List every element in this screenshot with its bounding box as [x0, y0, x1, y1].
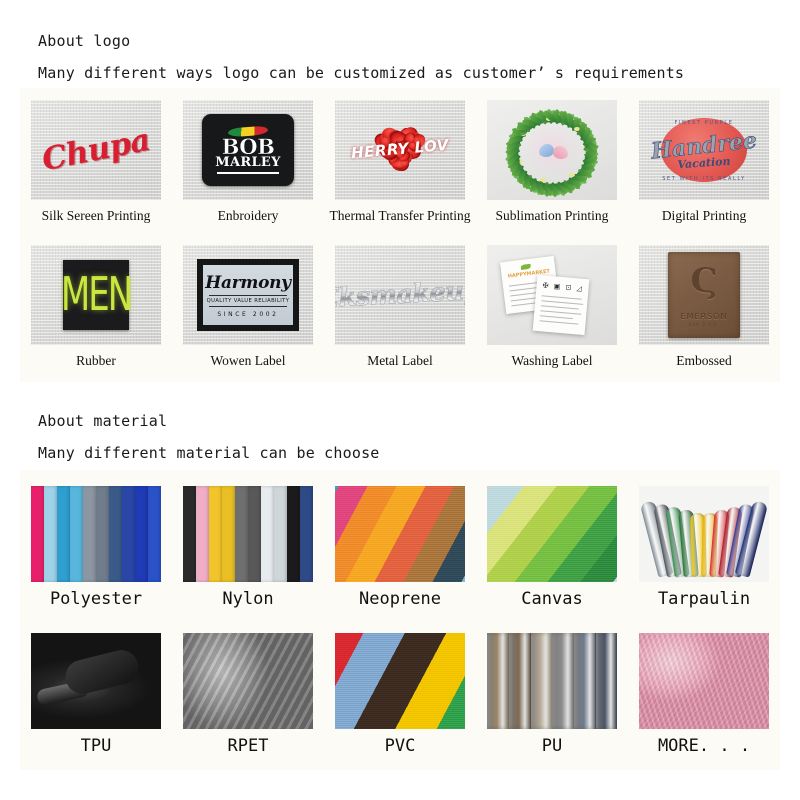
- material-panel: Polyester Nylon Neoprene Canvas Tarpauli…: [20, 470, 780, 770]
- swatch-digital-printing: FINEST PURPLE Handree Vacation SET WITH …: [639, 100, 769, 200]
- bob-text: BOB: [222, 137, 275, 156]
- care-symbols: ✠ ▣ ⊡ ◿: [542, 281, 583, 293]
- swatch-metal-label: Eksmakeup: [335, 245, 465, 345]
- logo-item-silk-screen[interactable]: Chupa Silk Sereen Printing: [20, 100, 172, 224]
- neon-men-patch: MEN: [63, 260, 129, 330]
- logo-caption: Embossed: [676, 353, 732, 369]
- badge-arc-bottom-text: SET WITH ITS REALLY: [662, 176, 746, 182]
- logo-section-subheading: Many different ways logo can be customiz…: [38, 64, 684, 82]
- material-caption: Canvas: [521, 589, 582, 609]
- pu-suede-rolls: [487, 633, 617, 729]
- swatch-woven-label: Harmony QUALITY VALUE RELIABILITY SINCE …: [183, 245, 313, 345]
- material-item-pu[interactable]: PU: [476, 633, 628, 756]
- swatch-embossed: Ϛ EMERSON ESP 2 CO.: [639, 245, 769, 345]
- tarpaulin-rolls: [639, 486, 769, 582]
- material-caption: Polyester: [50, 589, 142, 609]
- emerson-mark-icon: Ϛ: [690, 261, 717, 301]
- logo-item-embroidery[interactable]: BOB MARLEY Enbroidery: [172, 100, 324, 224]
- material-row-1: Polyester Nylon Neoprene Canvas Tarpauli…: [20, 486, 780, 609]
- logo-caption: Digital Printing: [662, 208, 746, 224]
- care-label-tag-back: ✠ ▣ ⊡ ◿: [533, 275, 590, 335]
- logo-caption: Enbroidery: [218, 208, 279, 224]
- logo-row-2: MEN Rubber Harmony QUALITY VALUE RELIABI…: [20, 245, 780, 369]
- material-item-neoprene[interactable]: Neoprene: [324, 486, 476, 609]
- logo-item-rubber[interactable]: MEN Rubber: [20, 245, 172, 369]
- material-caption: TPU: [81, 736, 112, 756]
- logo-item-embossed[interactable]: Ϛ EMERSON ESP 2 CO. Embossed: [628, 245, 780, 369]
- harmony-since: SINCE 2002: [217, 311, 278, 318]
- swatch-silk-screen: Chupa: [31, 100, 161, 200]
- badge-arc-top-text: FINEST PURPLE: [675, 120, 734, 126]
- pink-plush-fur: [639, 633, 769, 729]
- logo-caption: Silk Sereen Printing: [42, 208, 151, 224]
- material-caption: MORE. . .: [658, 736, 750, 756]
- material-item-canvas[interactable]: Canvas: [476, 486, 628, 609]
- logo-item-thermal-transfer[interactable]: HERRY LOV Thermal Transfer Printing: [324, 100, 476, 224]
- material-caption: PU: [542, 736, 562, 756]
- material-item-pvc[interactable]: PVC: [324, 633, 476, 756]
- material-item-polyester[interactable]: Polyester: [20, 486, 172, 609]
- swatch-thermal-transfer: HERRY LOV: [335, 100, 465, 200]
- swatch-embroidery: BOB MARLEY: [183, 100, 313, 200]
- nylon-stripe-swatch: [183, 486, 313, 582]
- material-item-nylon[interactable]: Nylon: [172, 486, 324, 609]
- harmony-woven-label: Harmony QUALITY VALUE RELIABILITY SINCE …: [197, 259, 299, 331]
- logo-row-1: Chupa Silk Sereen Printing BOB MARLEY En…: [20, 100, 780, 224]
- harmony-tagline: QUALITY VALUE RELIABILITY: [207, 298, 290, 304]
- material-item-rpet[interactable]: RPET: [172, 633, 324, 756]
- leaf-icon: [520, 264, 531, 270]
- leather-subtext: ESP 2 CO.: [688, 323, 719, 328]
- logo-panel: Chupa Silk Sereen Printing BOB MARLEY En…: [20, 88, 780, 382]
- logo-caption: Sublimation Printing: [496, 208, 609, 224]
- neoprene-fan-swatch: [335, 486, 465, 582]
- pvc-diagonal-swatch: [335, 633, 465, 729]
- rpet-gray-drape: [183, 633, 313, 729]
- material-section-heading: About material: [38, 412, 167, 430]
- material-section-subheading: Many different material can be choose: [38, 444, 380, 462]
- material-caption: Neoprene: [359, 589, 441, 609]
- patch-underline: [217, 172, 279, 174]
- logo-item-woven-label[interactable]: Harmony QUALITY VALUE RELIABILITY SINCE …: [172, 245, 324, 369]
- canvas-diagonal-swatch: [487, 486, 617, 582]
- logo-item-sublimation[interactable]: Sublimation Printing: [476, 100, 628, 224]
- logo-item-washing-label[interactable]: HAPPYMARKET ✠ ▣ ⊡ ◿ Washing Label: [476, 245, 628, 369]
- marley-text: MARLEY: [215, 156, 280, 170]
- logo-item-metal-label[interactable]: Eksmakeup Metal Label: [324, 245, 476, 369]
- logo-section-heading: About logo: [38, 32, 130, 50]
- swatch-sublimation: [487, 100, 617, 200]
- material-caption: Tarpaulin: [658, 589, 750, 609]
- tpu-glossy-black: [31, 633, 161, 729]
- logo-caption: Metal Label: [367, 353, 433, 369]
- logo-item-digital-printing[interactable]: FINEST PURPLE Handree Vacation SET WITH …: [628, 100, 780, 224]
- material-row-2: TPU RPET PVC PU MORE. . .: [20, 633, 780, 756]
- logo-caption: Thermal Transfer Printing: [330, 208, 471, 224]
- material-caption: Nylon: [222, 589, 273, 609]
- leather-brand: EMERSON: [681, 312, 728, 321]
- material-item-tarpaulin[interactable]: Tarpaulin: [628, 486, 780, 609]
- logo-caption: Wowen Label: [210, 353, 285, 369]
- swatch-washing-label: HAPPYMARKET ✠ ▣ ⊡ ◿: [487, 245, 617, 345]
- material-item-more[interactable]: MORE. . .: [628, 633, 780, 756]
- material-caption: PVC: [385, 736, 416, 756]
- bob-marley-patch: BOB MARLEY: [202, 114, 294, 186]
- catalog-page: About logo Many different ways logo can …: [0, 0, 800, 800]
- material-caption: RPET: [228, 736, 269, 756]
- logo-caption: Washing Label: [511, 353, 592, 369]
- men-text: MEN: [61, 268, 131, 322]
- swatch-rubber: MEN: [31, 245, 161, 345]
- polyester-stripe-swatch: [31, 486, 161, 582]
- leather-embossed-patch: Ϛ EMERSON ESP 2 CO.: [668, 252, 740, 338]
- material-item-tpu[interactable]: TPU: [20, 633, 172, 756]
- harmony-name: Harmony: [205, 273, 291, 293]
- logo-caption: Rubber: [76, 353, 116, 369]
